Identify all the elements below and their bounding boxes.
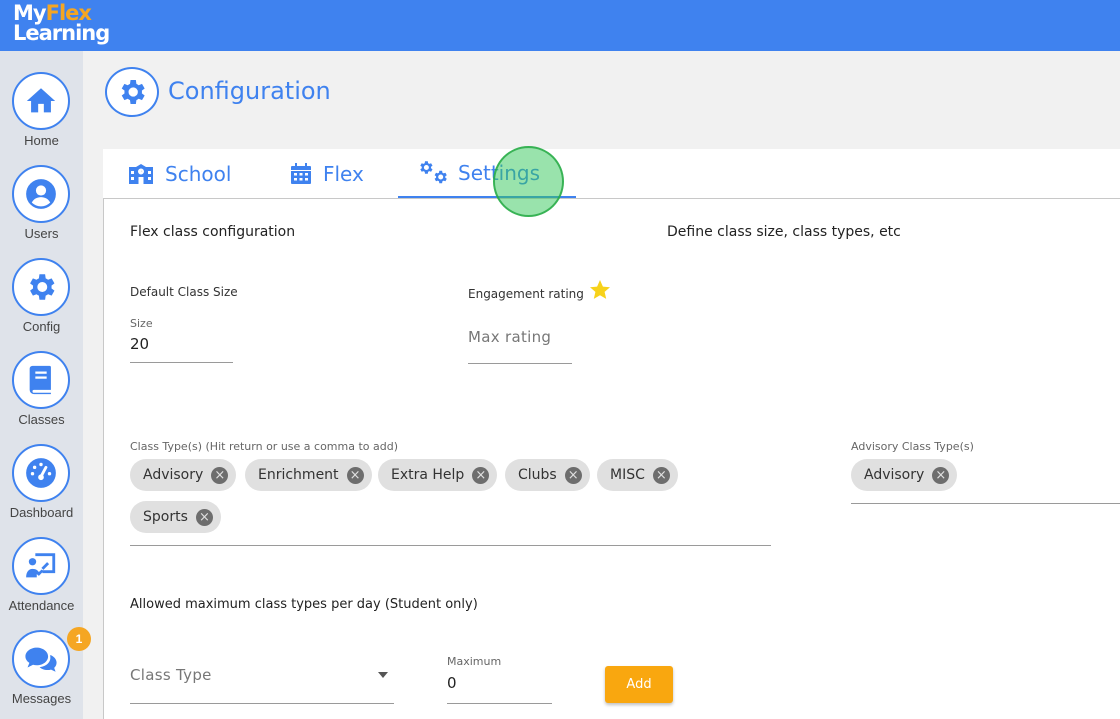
gear-icon [30, 274, 55, 300]
settings-panel: Flex class configuration Define class si… [103, 198, 1120, 719]
tab-label: School [165, 161, 232, 186]
book-icon [29, 365, 51, 395]
sidebar-item-label: Attendance [8, 598, 75, 613]
nav-circle [12, 72, 70, 130]
school-icon [129, 163, 153, 184]
engagement-rating-heading: Engagement rating [468, 280, 612, 302]
maximum-input-underline [447, 703, 552, 704]
nav-circle: 1 [12, 627, 91, 688]
sidebar-item-label: Home [24, 133, 59, 148]
nav-circle [12, 351, 70, 409]
gauge-icon [26, 458, 56, 488]
chevron-down-icon[interactable] [377, 671, 389, 679]
user-icon [26, 179, 56, 209]
tab-label: Settings [458, 160, 541, 185]
max-rating-input[interactable]: Max rating [468, 328, 551, 346]
page-header-icon [105, 67, 159, 117]
app-logo[interactable]: MyFlex Learning [13, 3, 110, 45]
engagement-rating-label: Engagement rating [468, 287, 584, 301]
advisory-types-input-underline[interactable] [851, 503, 1120, 504]
chip-remove-icon[interactable]: × [346, 466, 364, 484]
chip-remove-icon[interactable]: × [932, 466, 950, 484]
size-field-label: Size [130, 317, 153, 330]
max-rating-underline [468, 363, 572, 364]
sidebar-item-messages[interactable]: 1 Messages [0, 627, 91, 719]
tab-school[interactable]: School [127, 149, 257, 198]
add-button[interactable]: Add [605, 666, 673, 703]
tab-bar: School Flex Settings [103, 149, 1120, 198]
class-types-label: Class Type(s) (Hit return or use a comma… [130, 440, 399, 453]
chip-misc: MISC × [597, 459, 678, 491]
sidebar-item-home[interactable]: Home [0, 72, 83, 162]
chip-sports: Sports × [130, 501, 221, 533]
section-title: Flex class configuration [130, 224, 296, 240]
chip-label: MISC [610, 467, 645, 483]
max-per-day-heading: Allowed maximum class types per day (Stu… [130, 597, 478, 612]
chip-clubs: Clubs × [505, 459, 590, 491]
star-icon [589, 280, 610, 299]
sidebar-item-users[interactable]: Users [0, 165, 83, 255]
maximum-field-label: Maximum [447, 655, 502, 668]
default-class-size-heading: Default Class Size [130, 285, 238, 299]
advisory-types-label: Advisory Class Type(s) [851, 440, 974, 453]
class-types-input-underline[interactable] [130, 545, 771, 546]
size-input-underline [130, 362, 233, 363]
chip-advisory-type: Advisory × [851, 459, 958, 491]
chip-label: Extra Help [391, 467, 465, 483]
chip-label: Sports [143, 509, 188, 525]
chip-extra-help: Extra Help × [378, 459, 498, 491]
sidebar-item-config[interactable]: Config [0, 258, 83, 348]
sidebar: Home Users Config Classes Dashboard Atte… [0, 51, 91, 719]
presentation-icon [26, 553, 56, 578]
nav-circle [12, 537, 70, 595]
class-type-select[interactable]: Class Type [130, 666, 212, 684]
chip-label: Advisory [143, 467, 204, 483]
top-app-bar: MyFlex Learning [0, 0, 1120, 51]
sidebar-item-label: Dashboard [9, 505, 74, 520]
class-type-select-underline [130, 703, 394, 704]
gears-icon [420, 160, 447, 183]
chip-remove-icon[interactable]: × [472, 466, 490, 484]
nav-circle [12, 258, 70, 316]
chip-remove-icon[interactable]: × [564, 466, 582, 484]
sidebar-item-label: Config [22, 319, 61, 334]
chip-remove-icon[interactable]: × [652, 466, 670, 484]
tab-label: Flex [323, 161, 364, 186]
calendar-icon [291, 162, 311, 184]
chat-icon [25, 647, 57, 672]
sidebar-item-label: Messages [11, 691, 72, 706]
chip-label: Clubs [518, 467, 557, 483]
sidebar-item-attendance[interactable]: Attendance [0, 537, 83, 627]
chip-label: Enrichment [258, 467, 339, 483]
sidebar-item-label: Classes [18, 412, 65, 427]
sidebar-item-dashboard[interactable]: Dashboard [0, 444, 83, 534]
page-title: Configuration [168, 77, 331, 105]
notification-badge: 1 [67, 627, 91, 651]
tab-settings[interactable]: Settings [398, 149, 576, 198]
nav-circle [12, 165, 70, 223]
chip-remove-icon[interactable]: × [211, 466, 229, 484]
gear-icon [121, 80, 145, 104]
logo-text-learning: Learning [13, 21, 110, 45]
sidebar-item-classes[interactable]: Classes [0, 351, 83, 441]
chip-label: Advisory [864, 467, 925, 483]
chip-enrichment: Enrichment × [245, 459, 372, 491]
chip-advisory: Advisory × [130, 459, 237, 491]
home-icon [26, 88, 56, 113]
chip-remove-icon[interactable]: × [195, 508, 213, 526]
size-input[interactable]: 20 [130, 335, 149, 353]
tab-flex[interactable]: Flex [289, 149, 409, 198]
nav-circle [12, 444, 70, 502]
sidebar-item-label: Users [24, 226, 59, 241]
maximum-input[interactable]: 0 [447, 674, 457, 692]
section-description: Define class size, class types, etc [667, 224, 901, 240]
